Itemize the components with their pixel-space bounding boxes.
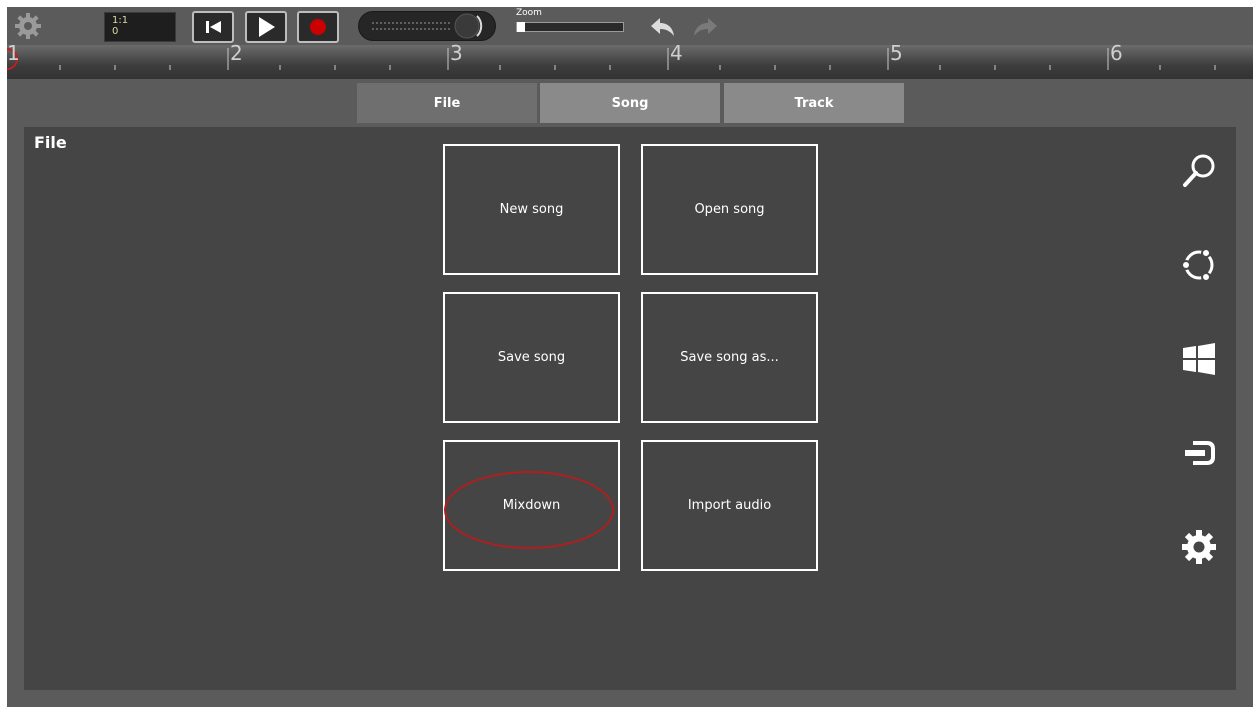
undo-icon	[651, 18, 674, 36]
file-panel: File New song Open song Save song Save s…	[24, 127, 1236, 690]
position-tick: 0	[112, 26, 119, 37]
zoom-label: Zoom	[516, 8, 542, 18]
save-song-button[interactable]: Save song	[443, 292, 620, 423]
panel-title: File	[34, 133, 67, 152]
share-icon[interactable]	[1179, 245, 1219, 285]
new-song-button[interactable]: New song	[443, 144, 620, 275]
rewind-button[interactable]	[192, 11, 234, 43]
bar-number: 6	[1110, 41, 1123, 65]
bar-number: 3	[450, 41, 463, 65]
app-settings-gear-icon[interactable]	[14, 12, 42, 40]
redo-button[interactable]	[690, 12, 720, 40]
zoom-slider-thumb[interactable]	[517, 22, 525, 32]
open-song-button[interactable]: Open song	[641, 144, 818, 275]
save-song-as-button[interactable]: Save song as...	[641, 292, 818, 423]
bar-number: 1	[7, 41, 20, 65]
redo-icon	[694, 18, 717, 36]
windows-icon[interactable]	[1179, 339, 1219, 379]
search-icon[interactable]	[1179, 151, 1219, 191]
tab-track[interactable]: Track	[724, 83, 904, 123]
settings-icon[interactable]	[1179, 527, 1219, 567]
connect-icon[interactable]	[1179, 433, 1219, 473]
position-display: 1:1 0	[104, 12, 176, 42]
undo-button[interactable]	[648, 12, 678, 40]
import-audio-button[interactable]: Import audio	[641, 440, 818, 571]
zoom-slider[interactable]	[516, 22, 624, 32]
tab-file[interactable]: File	[357, 83, 537, 123]
record-button[interactable]	[297, 11, 339, 43]
menu-tabs: File Song Track	[7, 79, 1253, 127]
record-icon	[310, 19, 326, 35]
skip-to-start-icon	[206, 21, 221, 33]
bar-number: 4	[670, 41, 683, 65]
bar-number: 2	[230, 41, 243, 65]
mixdown-button[interactable]: Mixdown	[443, 440, 620, 571]
position-bar-beat: 1:1	[112, 15, 129, 26]
tempo-slider[interactable]	[358, 11, 496, 41]
app-window: 1:1 0 Zoom 1 2 3 4 5 6 File Song Track F…	[7, 7, 1253, 707]
play-button[interactable]	[245, 11, 287, 43]
timeline-ruler[interactable]: 1 2 3 4 5 6	[7, 41, 1253, 79]
top-toolbar: 1:1 0 Zoom	[7, 7, 1253, 45]
tab-song[interactable]: Song	[540, 83, 720, 123]
bar-number: 5	[890, 41, 903, 65]
play-icon	[259, 17, 275, 37]
